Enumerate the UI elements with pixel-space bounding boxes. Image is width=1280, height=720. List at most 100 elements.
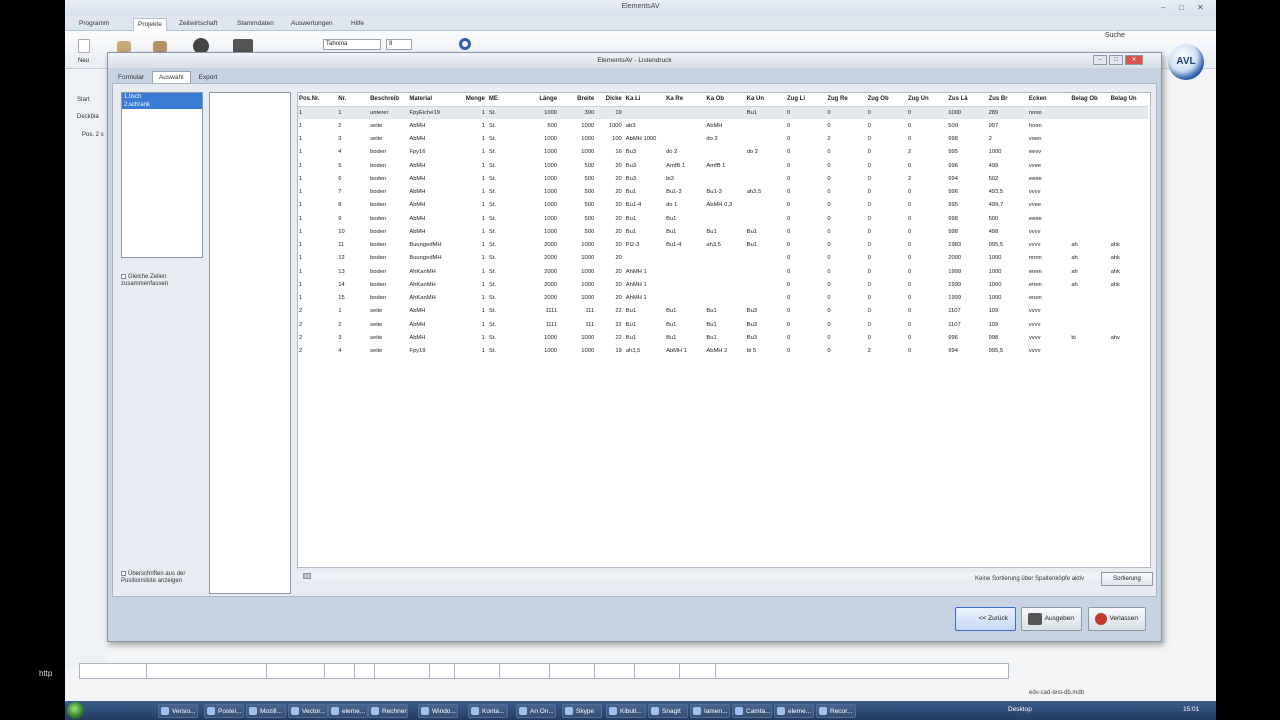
tab-position[interactable]: Pos. 2 s (82, 132, 104, 138)
taskbar-button[interactable]: Rechner (368, 704, 408, 718)
column-header[interactable]: Zug Re (826, 93, 867, 107)
ribbon-tab-auswertungen[interactable]: Auswertungen (287, 18, 337, 31)
column-header[interactable]: Ka Un (745, 93, 787, 107)
column-header[interactable]: Länge (509, 93, 561, 107)
table-row[interactable]: 1 5 boden AbMH 1 St. 1000 500 20 Bu3 AmfB 1 AmfB 10… (298, 159, 1148, 172)
taskbar-button[interactable]: Iamen... (690, 704, 730, 718)
table-row[interactable]: 2 3 seite AbMH 1 St. 1000 1000 22 Bu1 Bu1 Bu1 Bu3 0 0 0… (298, 331, 1148, 344)
taskbar-button[interactable]: Recor... (816, 704, 856, 718)
taskbar-button[interactable]: Versio... (158, 704, 198, 718)
list-item[interactable]: 1.tisch (122, 93, 202, 101)
table-row[interactable]: 1 7 boden AbMH 1 St. 1000 500 20 Bu1 Bu1-3 Bu1-3 ah3… (298, 186, 1148, 199)
taskbar-button[interactable]: Kibuti... (606, 704, 646, 718)
output-button[interactable]: Ausgeben (1021, 607, 1082, 631)
font-size-select[interactable]: 8 (386, 39, 412, 50)
table-row[interactable]: 1 8 boden AbMH 1 St. 1000 500 20 Bu1-4 do 1 AbMH 0,… (298, 199, 1148, 212)
table-row[interactable]: 1 10 boden AbMH 1 St. 1000 500 20 Bu1 Bu1 Bu1 Bu1 0 0 0… (298, 225, 1148, 238)
maximize-icon[interactable]: □ (1179, 1, 1184, 15)
taskbar-button[interactable]: Postei... (204, 704, 244, 718)
column-header[interactable]: Dicke (597, 93, 625, 107)
column-header[interactable]: Belag Un (1109, 93, 1148, 107)
column-header[interactable]: ME (487, 93, 510, 107)
tray-desktop-label[interactable]: Desktop (1008, 706, 1032, 713)
taskbar-button[interactable]: eleme... (774, 704, 814, 718)
column-header[interactable]: Zug Li (786, 93, 827, 107)
table-row[interactable]: 1 6 boden AbMH 1 St. 1000 500 20 Bu3 bi3 0 0 0 2 994 502… (298, 172, 1148, 185)
table-row[interactable]: 2 4 seite Fpy19 1 St. 1000 1000 19 ah3,5 AbMH 1 AbM… (298, 345, 1148, 358)
close-icon[interactable]: ✕ (1197, 1, 1204, 15)
column-header[interactable]: Ka Li (624, 93, 666, 107)
column-header[interactable]: Menge (456, 93, 488, 107)
taskbar-button[interactable]: SnagIt (648, 704, 688, 718)
tray-clock[interactable]: 15:01 (1183, 706, 1199, 713)
ribbon-tab-hilfe[interactable]: Hilfe (347, 18, 368, 31)
dialog-minimize-icon[interactable]: – (1093, 55, 1107, 65)
dialog-close-icon[interactable]: ✕ (1125, 55, 1143, 65)
merge-rows-checkbox[interactable]: Gleiche Zeilen zusammenfassen (121, 274, 201, 288)
table-row[interactable]: 1 12 boden BuungedMH 1 St. 2000 1000 20 0 0 0 0 2000 1… (298, 252, 1148, 265)
ribbon-tab-projekte[interactable]: Projekte (133, 18, 167, 31)
back-button[interactable]: << Zurück (955, 607, 1016, 631)
start-button[interactable] (67, 702, 84, 719)
table-row[interactable]: 2 1 seite AbMH 1 St. 1111 111 22 Bu1 Bu1 Bu1 Bu3 0 0 0 0… (298, 305, 1148, 318)
column-header[interactable]: Breite (560, 93, 598, 107)
scrollbar-thumb[interactable] (303, 573, 311, 579)
table-row[interactable]: 2 2 seite AbMH 1 St. 1111 111 22 Bu1 Bu1 Bu1 Bu3 0 0 0 0… (298, 318, 1148, 331)
taskbar-button[interactable]: eleme... (328, 704, 368, 718)
list-item[interactable]: 2.schrank (122, 101, 202, 109)
data-grid[interactable]: Pos.Nr. Nr. Beschreib Material Menge ME Länge B… (297, 92, 1151, 568)
table-row[interactable]: 1 3 seite AbMH 1 St. 1000 1000 100 AbMH 1000 do 20… (298, 133, 1148, 146)
dialog-maximize-icon[interactable]: □ (1109, 55, 1123, 65)
column-header[interactable]: Zus Lä (947, 93, 988, 107)
column-header[interactable]: Beschreib (369, 93, 409, 107)
table-cell: 9 (338, 215, 342, 222)
table-row[interactable]: 1 14 boden AhKanMH 1 St. 2000 1000 20 AhMH 100001… (298, 278, 1148, 291)
printer-icon[interactable] (233, 39, 253, 53)
table-cell: 100 (612, 136, 622, 143)
checkbox-box[interactable] (121, 571, 126, 576)
new-button-label[interactable]: Neu (78, 58, 89, 64)
table-row[interactable]: 1 2 seite AbMH 1 St. 500 1000 1000 ab3 AbMH 0 0 0 0 500… (298, 119, 1148, 132)
checkbox-box[interactable] (121, 274, 126, 279)
table-row[interactable]: 1 1 unterer FpyEiche19 1 St. 1000 300 19 Bu1 0 0 0 0 1… (298, 106, 1148, 120)
table-cell: 0 (867, 308, 871, 315)
minimize-icon[interactable]: – (1161, 1, 1165, 15)
search-icon[interactable] (459, 38, 471, 50)
taskbar-button[interactable]: Windo... (418, 704, 458, 718)
taskbar-button[interactable]: An On... (516, 704, 556, 718)
sort-button[interactable]: Sortierung (1101, 572, 1153, 586)
column-header[interactable]: Zus Br (987, 93, 1028, 107)
column-header[interactable]: Ecken (1027, 93, 1071, 107)
table-row[interactable]: 1 13 boden AhKanMH 1 St. 2000 1000 20 AhMH 100001… (298, 265, 1148, 278)
taskbar-button[interactable]: Skype (562, 704, 602, 718)
table-row[interactable]: 1 4 boden Fpy16 1 St. 1000 1000 16 Bu3 do 2 do 2000… (298, 146, 1148, 159)
taskbar-button[interactable]: Camta... (732, 704, 772, 718)
leave-button[interactable]: Verlassen (1088, 607, 1146, 631)
column-header[interactable]: Ka Ob (705, 93, 746, 107)
table-row[interactable]: 1 11 boden BuungedMH 1 St. 2000 1000 20 Pi2-3 Bu1-… (298, 239, 1148, 252)
column-header[interactable]: Ka Re (665, 93, 706, 107)
ribbon-tab-programm[interactable]: Programm (75, 18, 113, 31)
tab-start[interactable]: Start (77, 97, 90, 103)
font-select[interactable]: Tahoma (323, 39, 381, 50)
column-header[interactable]: Material (408, 93, 457, 107)
selection-list[interactable] (209, 92, 291, 594)
position-list[interactable]: 1.tisch 2.schrank (121, 92, 203, 258)
column-header[interactable]: Pos.Nr. (298, 93, 338, 107)
ribbon-tab-zeitwirtschaft[interactable]: Zeitwirtschaft (175, 18, 221, 31)
column-header[interactable]: Nr. (337, 93, 370, 107)
taskbar-button[interactable]: Mozill... (246, 704, 286, 718)
column-header[interactable]: Zug Un (906, 93, 948, 107)
tab-deckblatt[interactable]: Deckbla (77, 114, 99, 120)
table-cell: Bu1 (745, 106, 787, 120)
table-row[interactable]: 1 9 boden AbMH 1 St. 1000 500 20 Bu1 Bu1 0 0 0 0 998 500… (298, 212, 1148, 225)
taskbar-button[interactable]: Vector... (288, 704, 328, 718)
taskbar-button[interactable]: Konta... (468, 704, 508, 718)
column-header[interactable]: Belag Ob (1070, 93, 1110, 107)
table-row[interactable]: 1 15 boden AhKanMH 1 St. 2000 1000 20 AhMH 100001… (298, 292, 1148, 305)
ribbon-tab-stammdaten[interactable]: Stammdaten (233, 18, 278, 31)
new-document-icon[interactable] (78, 39, 90, 53)
column-header[interactable]: Zug Ob (866, 93, 907, 107)
table-cell: 500 (547, 122, 558, 129)
show-headers-checkbox[interactable]: Überschriften aus der Positionsliste anz… (121, 571, 201, 585)
